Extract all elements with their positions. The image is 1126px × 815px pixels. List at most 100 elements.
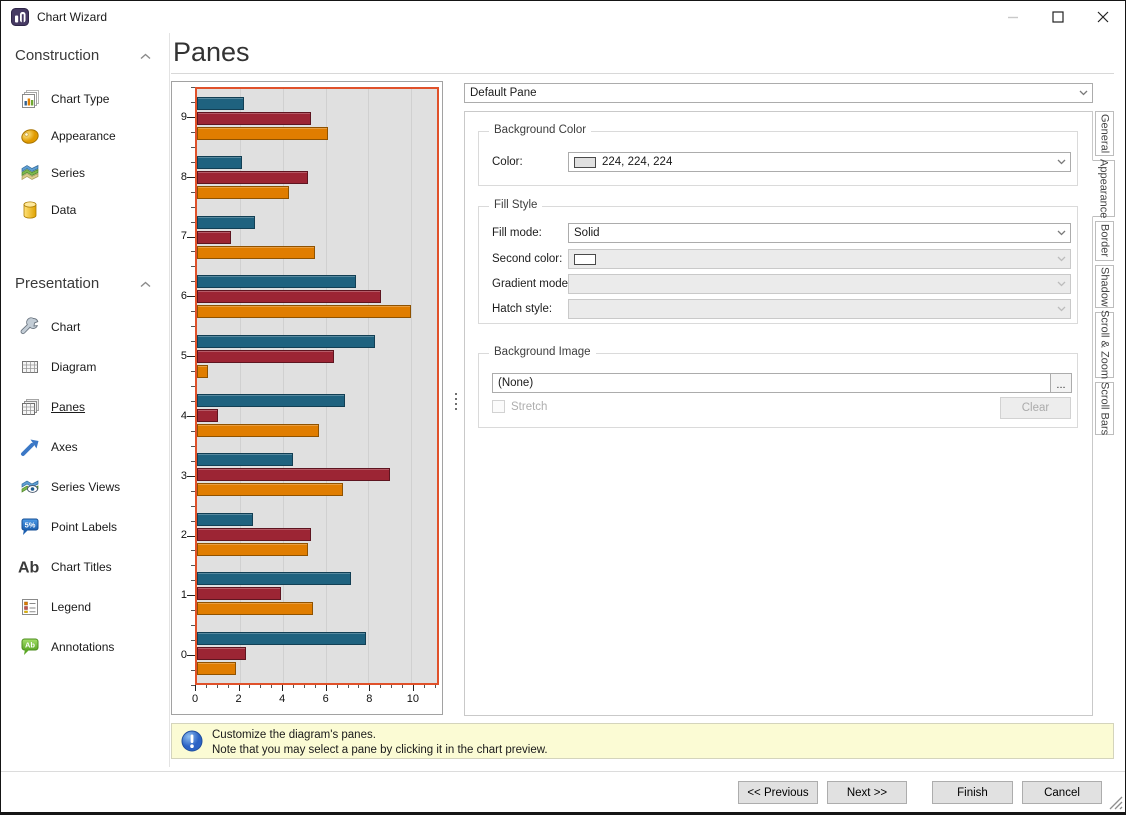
app-icon: [11, 8, 29, 26]
series-blue-bar: [197, 572, 351, 585]
sidebar-item-diagram[interactable]: Diagram: [1, 349, 169, 385]
tab-border[interactable]: Border: [1095, 221, 1114, 261]
panes-icon: [17, 395, 43, 419]
bar-group-5: [197, 327, 437, 386]
info-line-2: Note that you may select a pane by click…: [212, 743, 548, 758]
series-red-bar: [197, 409, 218, 422]
heading-divider: [171, 73, 1114, 74]
sidebar-item-chart-titles[interactable]: Ab Chart Titles: [1, 549, 169, 585]
svg-text:Ab: Ab: [25, 640, 35, 649]
chevron-down-icon: [1076, 84, 1090, 102]
chevron-down-icon: [1054, 300, 1068, 318]
chart-preview: 9876543210 0246810: [171, 81, 443, 715]
series-icon: [17, 161, 43, 185]
fill-mode-dropdown[interactable]: Solid: [568, 223, 1071, 243]
wrench-icon: [17, 315, 43, 339]
sidebar-item-chart[interactable]: Chart: [1, 309, 169, 345]
background-image-path-field[interactable]: (None) ...: [492, 373, 1072, 393]
sidebar-item-label: Diagram: [51, 360, 96, 374]
bar-group-1: [197, 564, 437, 623]
appearance-icon: [17, 124, 43, 148]
sidebar-item-label: Series Views: [51, 480, 120, 494]
diagram-grid-icon: [17, 355, 43, 379]
bar-group-0: [197, 624, 437, 683]
series-blue-bar: [197, 275, 356, 288]
sidebar-item-appearance[interactable]: Appearance: [1, 118, 169, 154]
series-orange-bar: [197, 305, 411, 318]
color-label: Color:: [492, 156, 523, 168]
series-blue-bar: [197, 394, 345, 407]
group-fill-style-title: Fill Style: [489, 199, 542, 211]
minimize-button: [990, 1, 1035, 32]
tab-shadow[interactable]: Shadow: [1095, 265, 1114, 308]
y-axis-labels: 9876543210: [172, 87, 187, 685]
chart-pane-selected[interactable]: [195, 87, 439, 685]
sidebar-item-label: Axes: [51, 440, 78, 454]
sidebar-item-label: Chart Titles: [51, 560, 112, 574]
series-orange-bar: [197, 483, 343, 496]
legend-icon: [17, 595, 43, 619]
gradient-mode-label: Gradient mode:: [492, 278, 571, 290]
series-blue-bar: [197, 156, 242, 169]
background-color-dropdown[interactable]: 224, 224, 224: [568, 152, 1071, 172]
sidebar-item-point-labels[interactable]: 5% Point Labels: [1, 509, 169, 545]
series-blue-bar: [197, 97, 244, 110]
point-labels-icon: 5%: [17, 515, 43, 539]
sidebar-item-axes[interactable]: Axes: [1, 429, 169, 465]
series-blue-bar: [197, 453, 293, 466]
title-bar: Chart Wizard: [1, 1, 1125, 33]
series-blue-bar: [197, 335, 375, 348]
finish-button[interactable]: Finish: [932, 781, 1013, 804]
bar-group-2: [197, 505, 437, 564]
bar-group-4: [197, 386, 437, 445]
series-blue-bar: [197, 632, 366, 645]
pane-selector-dropdown[interactable]: Default Pane: [464, 83, 1093, 103]
sidebar-item-annotations[interactable]: Ab Annotations: [1, 629, 169, 665]
svg-text:Ab: Ab: [18, 560, 40, 577]
group-background-image-title: Background Image: [489, 346, 596, 358]
series-red-bar: [197, 528, 311, 541]
section-presentation[interactable]: Presentation: [15, 271, 159, 295]
series-orange-bar: [197, 543, 308, 556]
maximize-button[interactable]: [1035, 1, 1080, 32]
tab-scroll-bars[interactable]: Scroll Bars: [1095, 382, 1114, 435]
sidebar-item-data[interactable]: Data: [1, 192, 169, 228]
tab-general[interactable]: General: [1095, 111, 1114, 156]
fill-mode-label: Fill mode:: [492, 227, 542, 239]
splitter-handle[interactable]: [452, 386, 460, 416]
section-construction[interactable]: Construction: [15, 43, 159, 67]
previous-button[interactable]: << Previous: [738, 781, 818, 804]
info-text: Customize the diagram's panes. Note that…: [212, 728, 548, 758]
gradient-mode-dropdown: [568, 274, 1071, 294]
resize-grip[interactable]: [1109, 796, 1123, 810]
browse-button[interactable]: ...: [1050, 374, 1071, 392]
second-color-label: Second color:: [492, 253, 562, 265]
sidebar-item-series[interactable]: Series: [1, 155, 169, 191]
sidebar-item-label: Point Labels: [51, 520, 117, 534]
close-button[interactable]: [1080, 1, 1125, 32]
x-axis-ticks: [195, 685, 439, 693]
data-icon: [17, 198, 43, 222]
page-title: Panes: [173, 37, 250, 68]
series-orange-bar: [197, 662, 236, 675]
next-button[interactable]: Next >>: [827, 781, 907, 804]
cancel-button[interactable]: Cancel: [1022, 781, 1102, 804]
checkbox-box: [492, 400, 505, 413]
pane-selector-value: Default Pane: [470, 87, 537, 99]
sidebar-item-label: Data: [51, 203, 76, 217]
second-color-swatch: [574, 254, 596, 265]
svg-text:5%: 5%: [25, 520, 36, 529]
sidebar-item-panes[interactable]: Panes: [1, 389, 169, 425]
chart-wizard-dialog: Chart Wizard Construction: [0, 0, 1126, 815]
sidebar-item-label: Appearance: [51, 129, 116, 143]
tab-scroll-zoom[interactable]: Scroll & Zoom: [1095, 312, 1114, 378]
sidebar-item-legend[interactable]: Legend: [1, 589, 169, 625]
sidebar-item-chart-type[interactable]: Chart Type: [1, 81, 169, 117]
tab-appearance[interactable]: Appearance: [1092, 160, 1115, 217]
chevron-down-icon: [1054, 153, 1068, 171]
series-orange-bar: [197, 186, 289, 199]
section-presentation-label: Presentation: [15, 275, 99, 292]
second-color-dropdown: [568, 249, 1071, 269]
wizard-sidebar: Construction Chart Type: [1, 33, 170, 767]
sidebar-item-series-views[interactable]: Series Views: [1, 469, 169, 505]
